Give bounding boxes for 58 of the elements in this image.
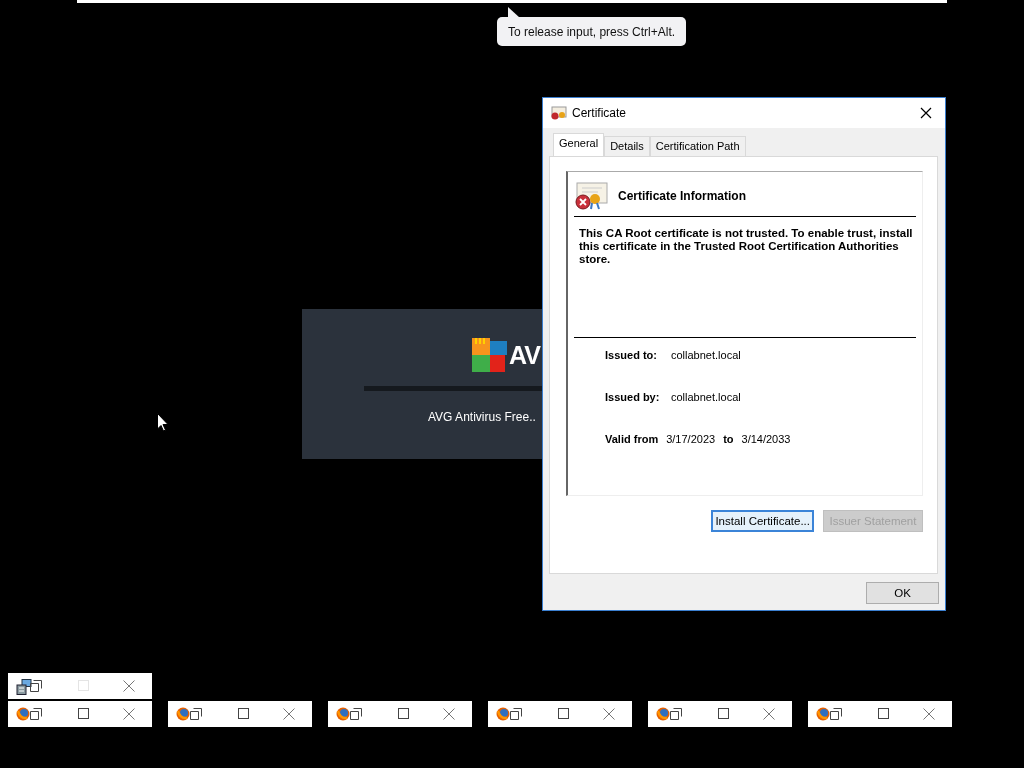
splash-caption: AVG Antivirus Free..: [428, 410, 536, 424]
certificate-icon: [551, 106, 567, 120]
close-icon[interactable]: [443, 708, 455, 720]
close-icon[interactable]: [923, 708, 935, 720]
browser-icon: [336, 707, 350, 721]
browser-icon: [16, 707, 30, 721]
maximize-icon[interactable]: [878, 708, 889, 719]
trust-message: This CA Root certificate is not trusted. To enable trust, install this certificate in the Trusted Root Certification Authorities store.: [579, 227, 914, 267]
tooltip: To release input, press Ctrl+Alt.: [497, 17, 687, 46]
maximize-icon[interactable]: [238, 708, 249, 719]
minimized-window[interactable]: [8, 701, 152, 727]
minimized-window[interactable]: [488, 701, 632, 727]
install-button[interactable]: Install Certificate...: [711, 510, 814, 532]
maximize-icon[interactable]: [398, 708, 409, 719]
restore-icon[interactable]: [190, 708, 202, 720]
browser-icon: [656, 707, 670, 721]
close-icon[interactable]: [123, 680, 135, 692]
mouse-cursor-icon: [157, 413, 169, 432]
field-value: 3/17/2023: [666, 432, 716, 445]
minimized-window[interactable]: [648, 701, 792, 727]
field-label: Valid from: [605, 432, 659, 445]
restore-icon[interactable]: [30, 680, 42, 692]
field-label: Issued by:: [605, 390, 661, 403]
maximize-icon[interactable]: [558, 708, 569, 719]
minimized-window[interactable]: [8, 673, 152, 699]
tab[interactable]: Certification Path: [649, 136, 746, 156]
close-icon[interactable]: [603, 708, 615, 720]
restore-icon[interactable]: [670, 708, 682, 720]
field-label: Issued to:: [605, 348, 658, 361]
restore-icon[interactable]: [30, 708, 42, 720]
close-icon[interactable]: [123, 708, 135, 720]
browser-icon: [496, 707, 510, 721]
certificate-error-icon: [574, 182, 608, 210]
installer-icon: [16, 679, 32, 695]
logo-text: AV: [509, 340, 540, 370]
browser-icon: [816, 707, 830, 721]
tab[interactable]: Details: [604, 136, 650, 156]
field-label: to: [723, 432, 734, 445]
restore-icon[interactable]: [350, 708, 362, 720]
close-icon: [920, 107, 932, 119]
ok-button[interactable]: OK: [866, 582, 939, 604]
minimized-window[interactable]: [168, 701, 312, 727]
section-heading: Certificate Information: [618, 189, 746, 203]
maximize-icon[interactable]: [718, 708, 729, 719]
minimized-window[interactable]: [328, 701, 472, 727]
window-title: Certificate: [572, 106, 628, 120]
logo-icon: [472, 338, 507, 372]
field-value: 3/14/2033: [741, 432, 791, 445]
tab[interactable]: General: [553, 133, 605, 156]
minimized-window[interactable]: [808, 701, 952, 727]
maximize-icon[interactable]: [78, 708, 89, 719]
close-icon[interactable]: [763, 708, 775, 720]
close-icon[interactable]: [283, 708, 295, 720]
field-value: collabnet.local: [671, 348, 741, 361]
restore-icon[interactable]: [830, 708, 842, 720]
field-value: collabnet.local: [671, 390, 741, 403]
browser-icon: [176, 707, 190, 721]
restore-icon[interactable]: [510, 708, 522, 720]
